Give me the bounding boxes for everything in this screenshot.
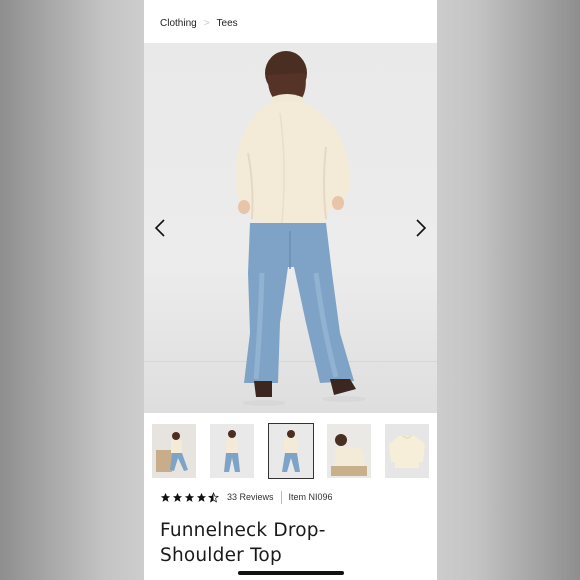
star-half-icon [208,491,219,503]
star-full-icon [196,492,207,502]
model-photo [235,51,366,406]
product-title-line-1: Funnelneck Drop- [160,520,326,541]
product-title-line-2: Shoulder Top [160,545,282,566]
product-page: Clothing > Tees 33 Reviews Item NI096 Fu… [144,0,437,580]
star-rating[interactable] [160,491,219,503]
thumbnail-5[interactable] [385,424,429,478]
thumbnail-strip [152,423,429,479]
breadcrumb-separator-icon: > [203,17,210,29]
divider [280,490,282,504]
previous-image-button[interactable] [150,216,170,240]
chevron-right-icon [416,219,427,237]
review-count-link[interactable]: 33 Reviews [227,492,274,502]
breadcrumb-clothing[interactable]: Clothing [160,18,197,29]
thumbnail-3-selected[interactable] [267,423,314,479]
breadcrumb-tees[interactable]: Tees [217,18,238,29]
chevron-left-icon [154,219,165,237]
star-full-icon [184,492,195,502]
thumbnail-1[interactable] [152,424,196,478]
rating-row: 33 Reviews Item NI096 [160,490,333,504]
item-number: Item NI096 [288,492,333,502]
home-indicator[interactable] [238,571,344,575]
next-image-button[interactable] [411,216,431,240]
star-full-icon [172,492,183,502]
thumbnail-4[interactable] [326,424,371,478]
breadcrumb: Clothing > Tees [160,16,238,30]
product-hero-image[interactable] [144,43,437,413]
thumbnail-2[interactable] [210,424,255,478]
product-title: Funnelneck Drop- Shoulder Top [160,518,420,568]
star-full-icon [160,492,171,502]
